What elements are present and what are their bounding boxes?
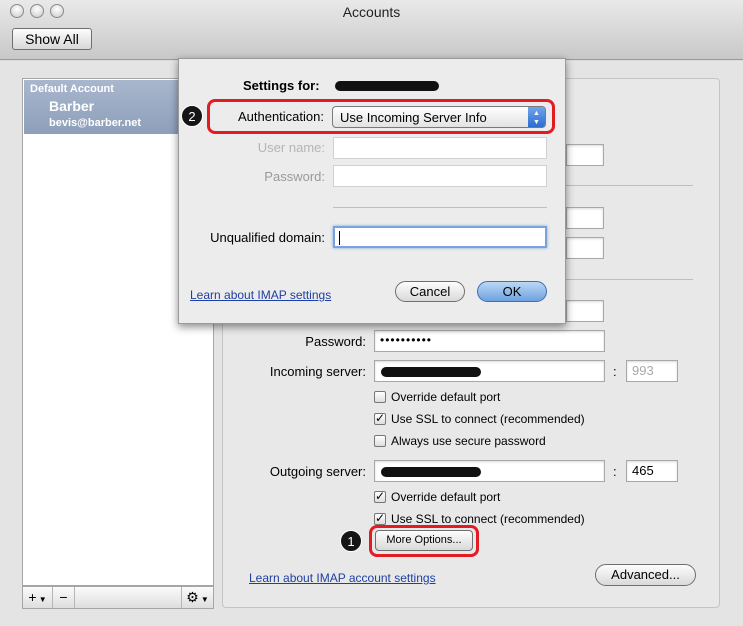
password-field[interactable]: •••••••••• — [374, 330, 605, 352]
override-outgoing-port-checkbox[interactable]: ✓ — [374, 490, 386, 503]
text-cursor — [339, 231, 340, 245]
redacted-scribble — [381, 467, 481, 477]
advanced-button[interactable]: Advanced... — [595, 564, 696, 586]
authentication-value: Use Incoming Server Info — [340, 110, 487, 125]
sidebar-toolbar: + ▼ − ⚙ ▼ — [22, 586, 214, 609]
window-title: Accounts — [342, 4, 401, 20]
window-titlebar: Accounts Show All — [0, 0, 743, 60]
ok-button[interactable]: OK — [477, 281, 547, 302]
redacted-scribble — [381, 367, 481, 377]
sheet-user-name-label: User name: — [257, 140, 325, 155]
redacted-scribble — [335, 81, 439, 91]
more-options-button[interactable]: More Options... — [375, 530, 473, 551]
callout-badge-2: 2 — [181, 105, 203, 127]
user-name-field-edge[interactable] — [566, 300, 604, 322]
sheet-password-field[interactable] — [333, 165, 547, 187]
override-outgoing-port-label: Override default port — [391, 490, 501, 504]
secure-password-checkbox[interactable] — [374, 435, 386, 447]
chevron-down-icon: ▼ — [198, 595, 209, 604]
gear-icon: ⚙ — [186, 589, 199, 605]
chevron-down-icon: ▼ — [36, 595, 47, 604]
full-name-field-edge[interactable] — [566, 207, 604, 229]
outgoing-server-field[interactable] — [374, 460, 605, 482]
outgoing-server-label: Outgoing server: — [269, 464, 366, 479]
port-separator: : — [613, 364, 617, 379]
unqualified-domain-field[interactable] — [333, 226, 547, 248]
password-label: Password: — [305, 334, 366, 349]
popup-arrows-icon: ▲ ▼ — [528, 107, 545, 127]
authentication-label: Authentication: — [237, 109, 324, 124]
incoming-port-field[interactable]: 993 — [626, 360, 678, 382]
account-actions-button[interactable]: ⚙ ▼ — [181, 587, 213, 608]
override-incoming-port-label: Override default port — [391, 390, 501, 404]
use-ssl-outgoing-label: Use SSL to connect (recommended) — [391, 512, 585, 526]
secure-password-label: Always use secure password — [391, 434, 546, 448]
account-name: Barber — [49, 98, 95, 114]
account-group-label: Default Account — [30, 83, 114, 95]
plus-icon: + — [28, 589, 37, 605]
port-separator: : — [613, 464, 617, 479]
imap-settings-sheet: Settings for: User name: Password: Unqua… — [178, 58, 566, 324]
account-email: bevis@barber.net — [49, 117, 142, 129]
email-field-edge[interactable] — [566, 237, 604, 259]
outgoing-port-field[interactable]: 465 — [626, 460, 678, 482]
remove-account-button[interactable]: − — [53, 587, 75, 608]
use-ssl-incoming-checkbox[interactable]: ✓ — [374, 412, 386, 425]
settings-for-label: Settings for: — [243, 78, 320, 93]
learn-imap-settings-link[interactable]: Learn about IMAP settings — [190, 288, 331, 302]
incoming-server-field[interactable] — [374, 360, 605, 382]
use-ssl-outgoing-checkbox[interactable]: ✓ — [374, 512, 386, 525]
account-description-field-edge[interactable] — [566, 144, 604, 166]
divider — [566, 185, 693, 186]
incoming-server-label: Incoming server: — [269, 364, 366, 379]
learn-imap-account-settings-link[interactable]: Learn about IMAP account settings — [249, 571, 436, 585]
callout-badge-1: 1 — [340, 530, 362, 552]
unqualified-domain-label: Unqualified domain: — [210, 230, 325, 245]
use-ssl-incoming-label: Use SSL to connect (recommended) — [391, 412, 585, 426]
show-all-button[interactable]: Show All — [12, 28, 92, 50]
override-incoming-port-checkbox[interactable] — [374, 391, 386, 403]
divider — [566, 279, 693, 280]
sheet-password-label: Password: — [264, 169, 325, 184]
sheet-user-name-field[interactable] — [333, 137, 547, 159]
cancel-button[interactable]: Cancel — [395, 281, 465, 302]
authentication-popup[interactable]: Use Incoming Server Info ▲ ▼ — [332, 106, 546, 128]
add-account-button[interactable]: + ▼ — [23, 587, 53, 608]
divider — [333, 207, 547, 208]
